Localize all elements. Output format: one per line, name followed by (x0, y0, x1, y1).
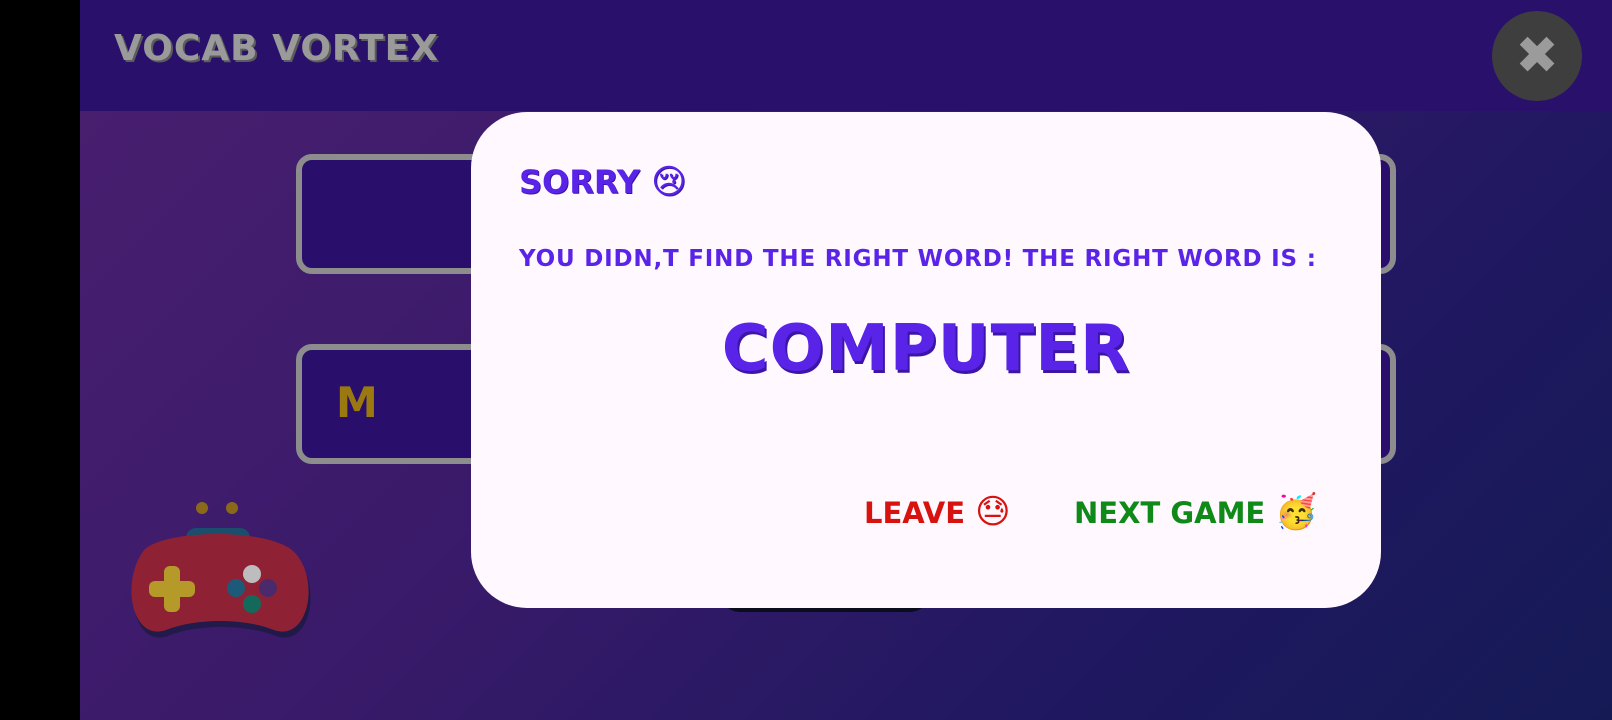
dialog-title-text: SORRY (519, 163, 640, 201)
party-face-icon: 🥳 (1275, 492, 1318, 532)
gamepad-icon (131, 502, 311, 638)
crying-face-icon: 😢 (651, 162, 687, 202)
close-icon: ✖ (1515, 26, 1559, 86)
next-game-button[interactable]: NEXT GAME 🥳 (1074, 492, 1318, 532)
answer-word: COMPUTER (721, 312, 1131, 386)
leave-button[interactable]: LEAVE 😓 (864, 492, 1011, 532)
header-bar: VOCAB VORTEX ✖ (80, 0, 1612, 111)
app-title: VOCAB VORTEX (114, 28, 439, 69)
game-area: VOCAB VORTEX ✖ M C SORRY 😢 YOU DIDN,T (80, 0, 1612, 720)
dialog-message: YOU DIDN,T FIND THE RIGHT WORD! THE RIGH… (519, 246, 1317, 272)
next-game-label: NEXT GAME (1074, 496, 1266, 530)
leave-label: LEAVE (864, 496, 966, 530)
tile-letter-m: M (336, 378, 378, 427)
close-button[interactable]: ✖ (1492, 11, 1582, 101)
sweat-face-icon: 😓 (975, 492, 1011, 532)
result-dialog: SORRY 😢 YOU DIDN,T FIND THE RIGHT WORD! … (471, 112, 1381, 608)
left-black-bar (0, 0, 80, 720)
dialog-title: SORRY 😢 (519, 162, 687, 202)
